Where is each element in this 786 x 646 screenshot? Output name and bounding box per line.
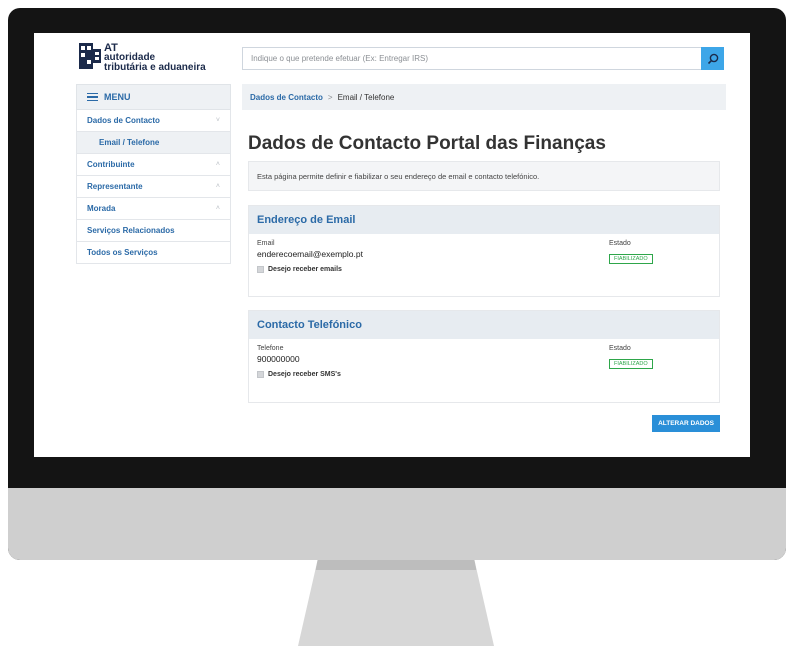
sidebar-item-contribuinte[interactable]: Contribuinte ˄ bbox=[76, 154, 231, 176]
breadcrumb-parent-link[interactable]: Dados de Contacto bbox=[250, 93, 323, 102]
sms-opt-in[interactable]: Desejo receber SMS's bbox=[257, 371, 711, 378]
sidebar-item-todos-os-servicos[interactable]: Todos os Serviços bbox=[76, 242, 231, 264]
breadcrumb-current: Email / Telefone bbox=[337, 92, 395, 102]
sms-checkbox-label: Desejo receber SMS's bbox=[268, 371, 341, 378]
sidebar-item-email-telefone[interactable]: Email / Telefone bbox=[76, 132, 231, 154]
sms-checkbox[interactable] bbox=[257, 371, 264, 378]
email-status: Estado FIABILIZADO bbox=[609, 240, 653, 265]
sidebar-item-label: Contribuinte bbox=[87, 160, 135, 169]
sidebar-item-label: Representante bbox=[87, 182, 143, 191]
phone-status: Estado FIABILIZADO bbox=[609, 345, 653, 370]
sidebar-item-dados-de-contacto[interactable]: Dados de Contacto ˅ bbox=[76, 110, 231, 132]
monitor-stand-shadow bbox=[315, 560, 477, 570]
sidebar-item-label: Todos os Serviços bbox=[87, 248, 158, 257]
search-button[interactable] bbox=[701, 47, 724, 70]
email-status-label: Estado bbox=[609, 240, 631, 247]
at-logo[interactable]: AT autoridade tributária e aduaneira bbox=[79, 43, 206, 73]
menu-toggle[interactable]: MENU bbox=[76, 84, 231, 110]
search-bar bbox=[242, 47, 724, 70]
email-card-heading: Endereço de Email bbox=[249, 206, 719, 234]
chevron-down-icon: ˅ bbox=[215, 117, 220, 124]
monitor-chin bbox=[8, 488, 786, 560]
breadcrumb-separator: > bbox=[327, 92, 333, 102]
chevron-up-icon: ˄ bbox=[215, 161, 220, 168]
sidebar-item-morada[interactable]: Morada ˄ bbox=[76, 198, 231, 220]
email-checkbox[interactable] bbox=[257, 266, 264, 273]
breadcrumb: Dados de Contacto > Email / Telefone bbox=[242, 84, 726, 110]
search-input[interactable] bbox=[243, 48, 723, 69]
intro-text: Esta página permite definir e fiabilizar… bbox=[257, 171, 540, 181]
phone-card-heading: Contacto Telefónico bbox=[249, 311, 719, 339]
sidebar-item-label: Serviços Relacionados bbox=[87, 226, 175, 235]
phone-status-label: Estado bbox=[609, 345, 631, 352]
sidebar-item-label: Email / Telefone bbox=[99, 138, 160, 147]
phone-card: Contacto Telefónico Telefone 900000000 D… bbox=[248, 310, 720, 403]
at-emblem-icon bbox=[79, 43, 101, 69]
page-intro: Esta página permite definir e fiabilizar… bbox=[248, 161, 720, 191]
alterar-dados-button[interactable]: ALTERAR DADOS bbox=[652, 415, 720, 432]
page-title: Dados de Contacto Portal das Finanças bbox=[248, 133, 606, 154]
chevron-up-icon: ˄ bbox=[215, 205, 220, 212]
top-bar: AT autoridade tributária e aduaneira bbox=[34, 33, 750, 83]
status-badge: FIABILIZADO bbox=[609, 254, 653, 264]
menu-label: MENU bbox=[104, 92, 131, 102]
chevron-up-icon: ˄ bbox=[215, 183, 220, 190]
status-badge: FIABILIZADO bbox=[609, 359, 653, 369]
screen: AT autoridade tributária e aduaneira MEN… bbox=[34, 33, 750, 457]
search-icon bbox=[707, 53, 718, 64]
email-checkbox-label: Desejo receber emails bbox=[268, 266, 342, 273]
logo-line-tributaria: tributária e aduaneira bbox=[104, 62, 206, 73]
email-opt-in[interactable]: Desejo receber emails bbox=[257, 266, 711, 273]
hamburger-icon bbox=[87, 91, 98, 104]
sidebar-item-representante[interactable]: Representante ˄ bbox=[76, 176, 231, 198]
sidebar-item-label: Dados de Contacto bbox=[87, 116, 160, 125]
sidebar-item-label: Morada bbox=[87, 204, 116, 213]
email-card: Endereço de Email Email enderecoemail@ex… bbox=[248, 205, 720, 297]
sidebar-item-servicos-relacionados[interactable]: Serviços Relacionados bbox=[76, 220, 231, 242]
monitor-stand bbox=[298, 560, 494, 646]
sidebar: MENU Dados de Contacto ˅ Email / Telefon… bbox=[76, 84, 231, 264]
